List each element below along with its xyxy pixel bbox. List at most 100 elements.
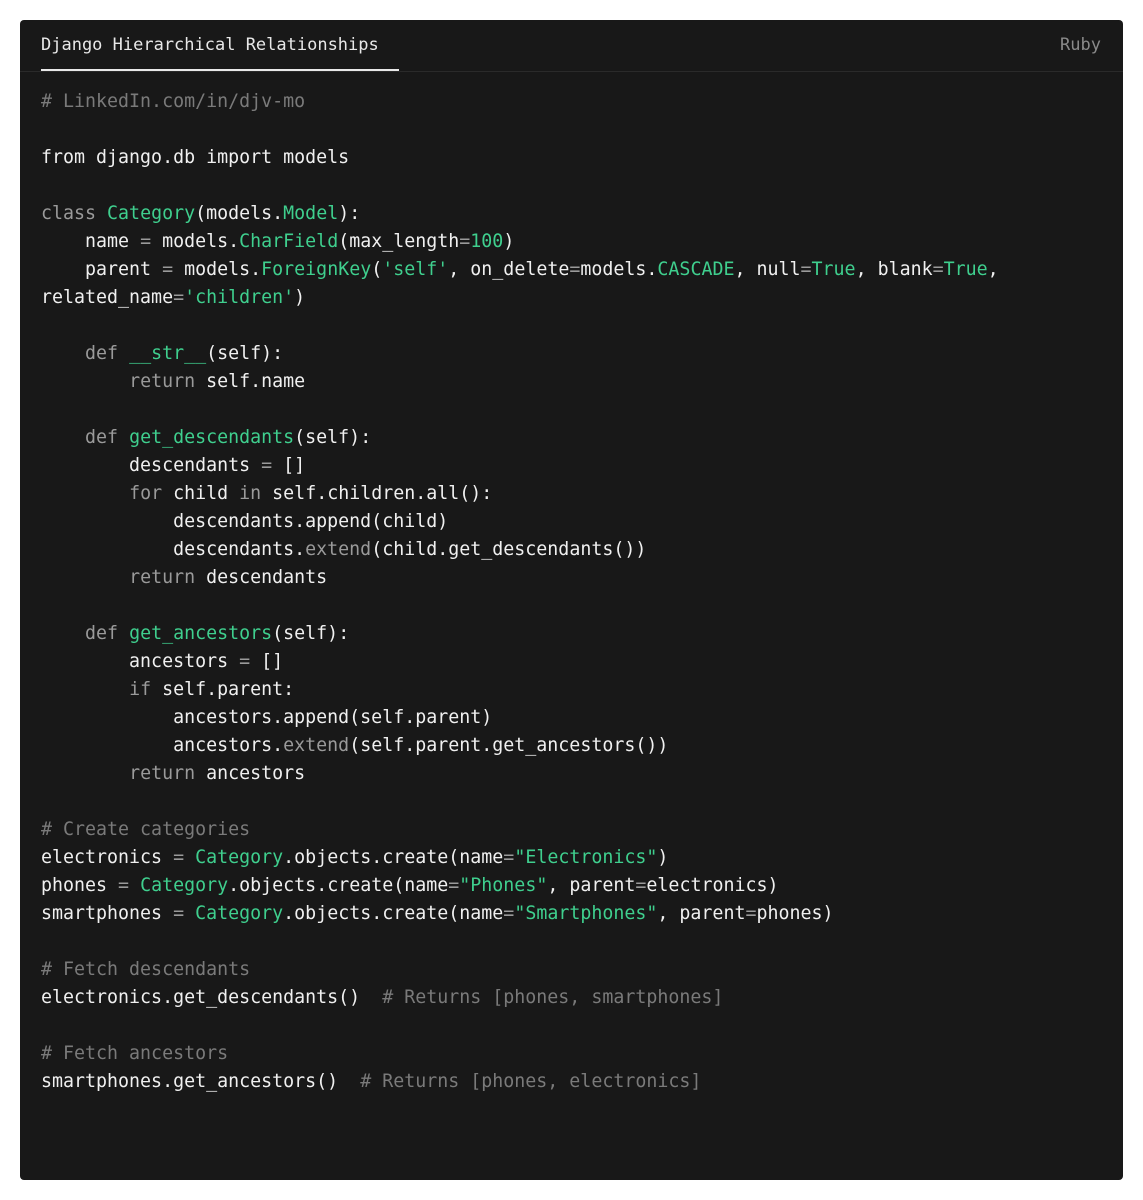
code-token-op: = [162,259,174,280]
code-token-op: = [173,847,185,868]
code-block[interactable]: # LinkedIn.com/in/djv-mo from django.db … [41,88,999,1096]
code-token-plain: , parent [657,903,746,924]
code-line: return descendants [41,564,999,592]
code-token-plain: ): [338,203,361,224]
code-line: ancestors.extend(self.parent.get_ancesto… [41,732,999,760]
code-token-plain: smartphones [41,903,174,924]
code-token-plain: electronics) [646,875,779,896]
code-token-str: "Electronics" [514,847,658,868]
code-token-plain: ancestors.append(self.parent) [41,707,493,728]
code-line: # Create categories [41,816,999,844]
code-token-op: = [448,875,460,896]
code-line: if self.parent: [41,676,999,704]
code-token-kw: return [129,567,207,588]
code-token-kw: def [85,343,130,364]
code-token-plain: self.name [206,371,306,392]
code-token-plain: from django.db import models [41,147,350,168]
code-line: electronics = Category.objects.create(na… [41,844,999,872]
code-token-op: = [459,231,471,252]
code-window-header: Django Hierarchical Relationships Ruby [20,20,1123,72]
code-token-cls: ForeignKey [261,259,372,280]
code-token-op: = [140,231,152,252]
code-token-cls: Category [107,203,196,224]
code-token-plain: descendants.append(child) [41,511,449,532]
code-token-cls: 100 [470,231,504,252]
code-token-plain: self.children.all(): [272,483,493,504]
code-token-cls: True [943,259,988,280]
code-window: Django Hierarchical Relationships Ruby #… [20,20,1123,1180]
code-token-plain: , null [734,259,801,280]
code-line: related_name='children') [41,284,999,312]
code-token-kw: def [85,623,130,644]
code-line: class Category(models.Model): [41,200,999,228]
code-token-plain: ancestors [41,651,240,672]
code-token-plain: (child.get_descendants()) [371,539,647,560]
code-token-cls: CASCADE [657,259,735,280]
code-token-plain: (self): [206,343,284,364]
code-token-kw: in [239,483,273,504]
code-token-op: = [932,259,944,280]
code-token-op: = [569,259,581,280]
code-token-plain: descendants [206,567,328,588]
code-token-op: = [173,287,185,308]
code-token-op: = [800,259,812,280]
code-line: # LinkedIn.com/in/djv-mo [41,88,999,116]
code-line: # Fetch descendants [41,956,999,984]
code-token-cls: True [811,259,856,280]
code-token-kw: return [129,763,207,784]
code-token-plain: models. [151,231,240,252]
code-token-plain: ancestors. [41,735,284,756]
code-token-str: "Smartphones" [514,903,658,924]
code-token-kw: if [129,679,163,700]
code-token-cls: Model [283,203,339,224]
code-token-plain: descendants. [41,539,306,560]
code-line: for child in self.children.all(): [41,480,999,508]
code-token-plain: .objects.create(name [228,875,449,896]
code-token-plain: models. [173,259,262,280]
code-token-comment: # Fetch ancestors [41,1043,229,1064]
code-token-plain: descendants [41,455,262,476]
code-line: ancestors = [] [41,648,999,676]
code-line: from django.db import models [41,144,999,172]
code-token-plain: , blank [855,259,933,280]
code-token-plain: [] [272,455,306,476]
code-token-kw: for [129,483,174,504]
code-token-plain: models. [580,259,658,280]
tab-file-title[interactable]: Django Hierarchical Relationships [41,20,399,71]
code-token-op: = [503,903,515,924]
code-token-plain: child [173,483,240,504]
code-token-plain: ancestors [206,763,306,784]
code-token-plain: smartphones.get_ancestors() [41,1071,361,1092]
code-token-comment: # Create categories [41,819,251,840]
code-token-plain: phones) [756,903,834,924]
code-line: smartphones = Category.objects.create(na… [41,900,999,928]
code-token-op: = [118,875,130,896]
code-line: descendants.extend(child.get_descendants… [41,536,999,564]
code-line: phones = Category.objects.create(name="P… [41,872,999,900]
code-token-plain: (self): [294,427,372,448]
code-token-plain: parent [41,259,163,280]
code-token-str: 'self' [382,259,449,280]
code-line: return self.name [41,368,999,396]
code-line: descendants.append(child) [41,508,999,536]
code-line: def __str__(self): [41,340,999,368]
code-token-plain: related_name [41,287,174,308]
code-token-cls: Category [195,847,284,868]
code-line: name = models.CharField(max_length=100) [41,228,999,256]
code-token-str: "Phones" [459,875,548,896]
code-token-plain: electronics [41,847,174,868]
code-token-str: 'children' [184,287,295,308]
code-token-kw: class [41,203,108,224]
